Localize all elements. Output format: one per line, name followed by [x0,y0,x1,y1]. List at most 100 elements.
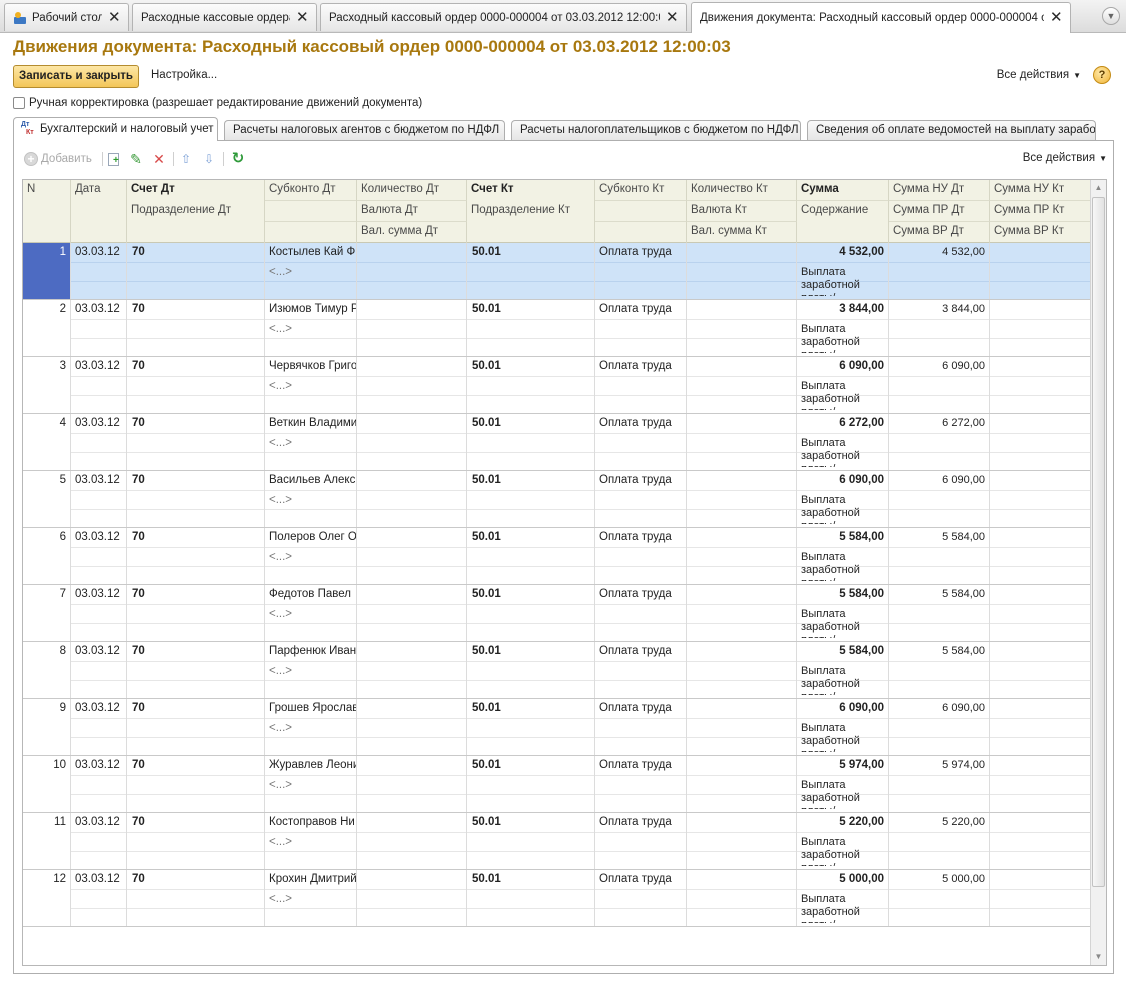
column-header-pr-kt[interactable]: Сумма ПР Кт [990,201,1091,222]
cell-sum[interactable]: 6 090,00 Выплата заработной платы/заработ… [797,357,889,413]
cell-subconto-dt[interactable]: Червячков Григо <...> [265,357,357,413]
cell-sum[interactable]: 5 584,00 Выплата заработной платы/заработ… [797,528,889,584]
cell-sum-nu-dt[interactable]: 5 584,00 [889,585,990,641]
column-header-pr-dt[interactable]: Сумма ПР Дт [889,201,990,222]
cell-qty-kt[interactable] [687,699,797,755]
cell-account-dt[interactable]: 70 [127,756,265,812]
cell-sum-nu-dt[interactable]: 5 974,00 [889,756,990,812]
cell-sum[interactable]: 4 532,00 Выплата заработной платы/заработ… [797,243,889,299]
tab-accounting[interactable]: Дт Кт Бухгалтерский и налоговый учет [13,117,218,141]
table-row[interactable]: 1 03.03.12 70 Костылев Кай Ф <...> 50.01 Оплат… [23,243,1091,300]
save-and-close-button[interactable]: Записать и закрыть [13,65,139,88]
checkbox-box[interactable] [13,97,25,109]
cell-sum[interactable]: 6 090,00 Выплата заработной платы/заработ… [797,699,889,755]
table-row[interactable]: 6 03.03.12 70 Полеров Олег О <...> 50.01 Оплат… [23,528,1091,585]
scroll-down-icon[interactable]: ▼ [1091,949,1106,965]
cell-sum-nu-dt[interactable]: 5 584,00 [889,642,990,698]
column-header-cursum-dt[interactable]: Вал. сумма Дт [357,222,467,243]
table-row[interactable]: 3 03.03.12 70 Червячков Григо <...> 50.01 Опла… [23,357,1091,414]
cell-sum-nu-dt[interactable]: 3 844,00 [889,300,990,356]
cell-sum-nu-kt[interactable] [990,357,1091,413]
cell-account-kt[interactable]: 50.01 [467,243,595,299]
cell-qty-kt[interactable] [687,642,797,698]
cell-subconto-kt[interactable]: Оплата труда [595,699,687,755]
cell-qty-kt[interactable] [687,585,797,641]
cell-account-dt[interactable]: 70 [127,357,265,413]
column-header-acc-kt[interactable]: Счет Кт [467,180,595,201]
cell-account-dt[interactable]: 70 [127,243,265,299]
close-icon[interactable]: ✕ [108,10,121,25]
cell-sum-nu-kt[interactable] [990,585,1091,641]
cell-subconto-kt[interactable]: Оплата труда [595,414,687,470]
cell-qty-dt[interactable] [357,300,467,356]
scrollbar-thumb[interactable] [1092,197,1105,887]
cell-sum-nu-kt[interactable] [990,471,1091,527]
help-icon[interactable]: ? [1093,66,1111,84]
cell-qty-dt[interactable] [357,813,467,869]
cell-sum[interactable]: 5 584,00 Выплата заработной платы/заработ… [797,585,889,641]
cell-account-dt[interactable]: 70 [127,813,265,869]
cell-account-dt[interactable]: 70 [127,642,265,698]
cell-account-kt[interactable]: 50.01 [467,471,595,527]
add-button[interactable]: + Добавить [24,151,92,167]
column-header-qty-dt[interactable]: Количество Дт [357,180,467,201]
cell-sum[interactable]: 5 220,00 Выплата заработной платы/заработ… [797,813,889,869]
column-header-sub-kt[interactable]: Субконто Кт [595,180,687,201]
cell-subconto-kt[interactable]: Оплата труда [595,528,687,584]
cell-account-dt[interactable]: 70 [127,471,265,527]
close-icon[interactable]: ✕ [1050,10,1063,25]
tab-taxpayers[interactable]: Расчеты налогоплательщиков с бюджетом по… [511,120,801,141]
cell-sum-nu-kt[interactable] [990,414,1091,470]
column-header-cursum-kt[interactable]: Вал. сумма Кт [687,222,797,243]
cell-account-dt[interactable]: 70 [127,300,265,356]
cell-sum-nu-kt[interactable] [990,870,1091,926]
cell-subconto-kt[interactable]: Оплата труда [595,642,687,698]
tab-payroll-payments[interactable]: Сведения об оплате ведомостей на выплату… [807,120,1096,141]
column-header-date[interactable]: Дата [71,180,127,243]
cell-subconto-kt[interactable]: Оплата труда [595,813,687,869]
cell-account-kt[interactable]: 50.01 [467,699,595,755]
table-row[interactable]: 11 03.03.12 70 Костоправов Ни <...> 50.01 Опла… [23,813,1091,870]
copy-button[interactable] [107,151,121,167]
cell-subconto-dt[interactable]: Костоправов Ни <...> [265,813,357,869]
cell-sum-nu-kt[interactable] [990,813,1091,869]
cell-sum-nu-dt[interactable]: 6 090,00 [889,699,990,755]
cell-qty-kt[interactable] [687,300,797,356]
cell-qty-dt[interactable] [357,471,467,527]
column-header-sum[interactable]: Сумма [797,180,889,201]
column-header-acc-dt[interactable]: Счет Дт [127,180,265,201]
table-row[interactable]: 8 03.03.12 70 Парфенюк Иван <...> 50.01 Оплата… [23,642,1091,699]
all-actions-menu[interactable]: Все действия ▼ [997,69,1081,81]
cell-qty-dt[interactable] [357,357,467,413]
cell-qty-dt[interactable] [357,642,467,698]
column-header-nu-kt[interactable]: Сумма НУ Кт [990,180,1091,201]
cell-qty-dt[interactable] [357,756,467,812]
movements-grid[interactable]: N Дата Счет Дт Подразделение Дт Субконто… [22,179,1107,966]
cell-sum-nu-kt[interactable] [990,699,1091,755]
cell-subconto-dt[interactable]: Крохин Дмитрий <...> [265,870,357,926]
scroll-up-icon[interactable]: ▲ [1091,180,1106,196]
move-down-button[interactable]: ⇩ [202,151,216,167]
cell-account-dt[interactable]: 70 [127,414,265,470]
cell-subconto-kt[interactable]: Оплата труда [595,585,687,641]
column-header-vr-dt[interactable]: Сумма ВР Дт [889,222,990,243]
table-row[interactable]: 5 03.03.12 70 Васильев Алекс <...> 50.01 Оплат… [23,471,1091,528]
cell-account-dt[interactable]: 70 [127,870,265,926]
cell-account-kt[interactable]: 50.01 [467,300,595,356]
table-all-actions-menu[interactable]: Все действия ▼ [1023,152,1107,164]
refresh-button[interactable]: ↻ [231,151,245,167]
cell-subconto-dt[interactable]: Полеров Олег О <...> [265,528,357,584]
cell-qty-dt[interactable] [357,243,467,299]
cell-sum[interactable]: 5 000,00 Выплата заработной платы/заработ… [797,870,889,926]
cell-account-kt[interactable]: 50.01 [467,528,595,584]
cell-subconto-kt[interactable]: Оплата труда [595,471,687,527]
cell-qty-kt[interactable] [687,528,797,584]
cell-qty-dt[interactable] [357,699,467,755]
column-header-sub-dt[interactable]: Субконто Дт [265,180,357,201]
column-header-vr-kt[interactable]: Сумма ВР Кт [990,222,1091,243]
cell-qty-kt[interactable] [687,870,797,926]
table-row[interactable]: 2 03.03.12 70 Изюмов Тимур Р <...> 50.01 Оплат… [23,300,1091,357]
cell-qty-kt[interactable] [687,243,797,299]
column-header-cur-kt[interactable]: Валюта Кт [687,201,797,222]
column-header-nu-dt[interactable]: Сумма НУ Дт [889,180,990,201]
